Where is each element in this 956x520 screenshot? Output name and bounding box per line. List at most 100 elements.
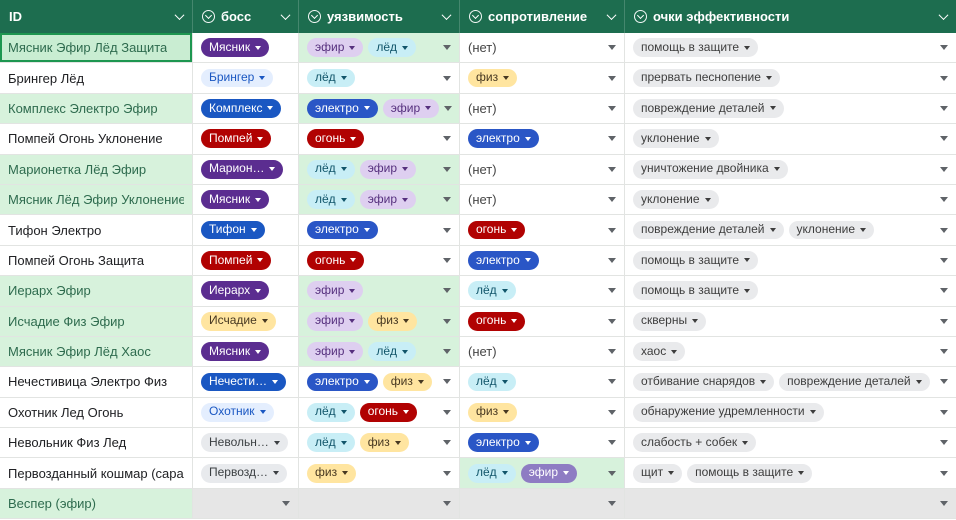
column-header-vulnerability[interactable]: уязвимость (299, 0, 460, 33)
vuln-chip[interactable]: лёд (368, 342, 417, 361)
dropdown-arrow-icon[interactable] (608, 288, 616, 294)
resist-chip[interactable]: физ (468, 68, 518, 88)
vuln-chip[interactable]: физ (307, 463, 357, 483)
effectiveness-cell[interactable]: повреждение деталей (625, 94, 956, 123)
resistance-cell[interactable]: физ (460, 63, 625, 93)
dropdown-arrow-icon[interactable] (443, 349, 451, 355)
vuln-chip[interactable]: лёд (307, 402, 355, 422)
vuln-chip[interactable]: лёд (307, 433, 355, 453)
boss-cell[interactable]: Невольн… (193, 428, 299, 458)
vuln-chip[interactable]: эфир (307, 311, 364, 331)
dropdown-arrow-icon[interactable] (608, 257, 616, 263)
vuln-chip[interactable]: эфир (359, 159, 417, 179)
dropdown-arrow-icon[interactable] (608, 227, 616, 233)
boss-cell[interactable]: Исчадие (193, 306, 299, 336)
effect-chip[interactable]: слабость + собек (633, 433, 757, 453)
resistance-cell[interactable]: лёд (460, 367, 625, 397)
effect-chip[interactable]: прервать песнопение (633, 68, 780, 88)
dropdown-arrow-icon[interactable] (608, 197, 616, 203)
column-header-id[interactable]: ID (0, 0, 193, 33)
boss-chip[interactable]: Помпей (201, 251, 272, 270)
boss-chip[interactable]: Иерарх (201, 281, 270, 301)
boss-cell[interactable]: Марион… (193, 154, 299, 184)
effectiveness-cell[interactable]: слабость + собек (625, 428, 956, 457)
dropdown-arrow-icon[interactable] (608, 136, 616, 142)
effectiveness-cell[interactable]: повреждение деталей уклонение (625, 215, 956, 244)
dropdown-arrow-icon[interactable] (608, 75, 616, 81)
dropdown-arrow-icon[interactable] (443, 379, 451, 385)
chevron-down-icon[interactable] (280, 10, 291, 21)
dropdown-arrow-icon[interactable] (608, 318, 616, 324)
effectiveness-cell[interactable]: обнаружение удремленности (625, 398, 956, 427)
effect-chip[interactable]: помощь в защите (633, 38, 759, 58)
vuln-chip[interactable]: эфир (307, 281, 364, 301)
vulnerability-cell[interactable]: лёд эфир (299, 184, 460, 215)
resist-chip[interactable]: лёд (468, 372, 516, 392)
effect-chip[interactable]: щит (633, 463, 683, 483)
boss-cell[interactable]: Помпей (193, 124, 299, 154)
boss-chip[interactable]: Мясник (201, 342, 270, 361)
resistance-cell[interactable]: электро (460, 245, 625, 276)
effectiveness-cell[interactable]: хаос (625, 337, 956, 366)
dropdown-arrow-icon[interactable] (443, 440, 451, 446)
dropdown-arrow-icon[interactable] (608, 501, 616, 507)
id-cell[interactable]: Брингер Лёд (0, 63, 193, 93)
vulnerability-cell[interactable]: лёд эфир (299, 154, 460, 184)
dropdown-arrow-icon[interactable] (443, 318, 451, 324)
dropdown-arrow-icon[interactable] (608, 45, 616, 51)
column-header-boss[interactable]: босс (193, 0, 299, 33)
boss-cell[interactable]: Нечести… (193, 367, 299, 397)
effect-chip[interactable]: повреждение деталей (633, 220, 784, 240)
vulnerability-cell[interactable]: огонь (299, 245, 460, 276)
vuln-chip[interactable]: лёд (307, 159, 355, 179)
vuln-chip[interactable]: огонь (307, 129, 365, 149)
effectiveness-cell[interactable] (625, 488, 956, 519)
resistance-cell[interactable]: (нет) (460, 184, 625, 215)
effectiveness-cell[interactable]: помощь в защите (625, 246, 956, 275)
boss-chip[interactable]: Охотник (201, 402, 274, 422)
vulnerability-cell[interactable]: электро (299, 215, 460, 245)
id-cell[interactable]: Помпей Огонь Защита (0, 245, 193, 276)
dropdown-arrow-icon[interactable] (940, 318, 948, 324)
vulnerability-cell[interactable] (299, 488, 460, 519)
dropdown-arrow-icon[interactable] (443, 166, 451, 172)
id-cell[interactable]: Мясник Эфир Лёд Хаос (0, 336, 193, 367)
vuln-chip[interactable]: огонь (359, 402, 418, 422)
boss-cell[interactable]: Помпей (193, 245, 299, 276)
dropdown-arrow-icon[interactable] (940, 136, 948, 142)
boss-cell[interactable]: Тифон (193, 215, 299, 245)
resistance-cell[interactable]: (нет) (460, 154, 625, 184)
effect-chip[interactable]: уклонение (633, 190, 719, 210)
vuln-chip[interactable]: физ (368, 311, 418, 331)
effect-chip[interactable]: скверны (633, 311, 707, 331)
dropdown-arrow-icon[interactable] (608, 379, 616, 385)
resistance-cell[interactable]: лёд (460, 276, 625, 306)
id-cell[interactable]: Невольник Физ Лед (0, 428, 193, 458)
dropdown-arrow-icon[interactable] (608, 409, 616, 415)
boss-cell[interactable]: Охотник (193, 397, 299, 428)
dropdown-arrow-icon[interactable] (443, 257, 451, 263)
vuln-chip[interactable]: лёд (307, 68, 355, 88)
vuln-chip[interactable]: электро (307, 372, 378, 392)
dropdown-arrow-icon[interactable] (443, 75, 451, 81)
vulnerability-cell[interactable]: эфир лёд (299, 336, 460, 367)
dropdown-arrow-icon[interactable] (443, 227, 451, 233)
boss-cell[interactable]: Мясник (193, 336, 299, 367)
dropdown-arrow-icon[interactable] (608, 105, 616, 111)
vuln-chip[interactable]: эфир (307, 38, 364, 58)
resistance-cell[interactable]: (нет) (460, 33, 625, 63)
boss-chip[interactable]: Помпей (201, 129, 272, 149)
vulnerability-cell[interactable]: лёд огонь (299, 397, 460, 428)
effect-chip[interactable]: обнаружение удремленности (633, 402, 824, 422)
column-header-effectiveness[interactable]: очки эффективности (625, 0, 956, 33)
resist-chip[interactable]: лёд (468, 281, 516, 301)
boss-chip[interactable]: Невольн… (201, 433, 288, 453)
dropdown-arrow-icon[interactable] (940, 501, 948, 507)
dropdown-arrow-icon[interactable] (443, 136, 451, 142)
boss-chip[interactable]: Первозд… (201, 463, 287, 483)
resistance-cell[interactable]: огонь (460, 215, 625, 245)
chevron-down-icon[interactable] (938, 10, 949, 21)
vulnerability-cell[interactable]: электро физ (299, 367, 460, 397)
resist-chip[interactable]: огонь (468, 220, 526, 240)
dropdown-arrow-icon[interactable] (940, 288, 948, 294)
